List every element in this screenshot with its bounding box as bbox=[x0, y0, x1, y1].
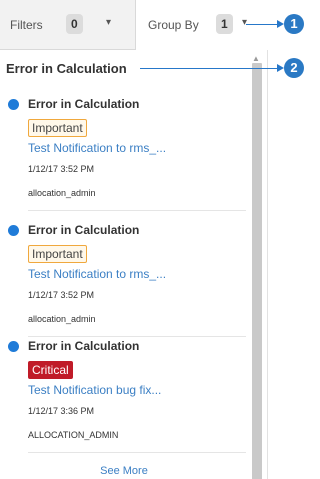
priority-tag: Critical bbox=[28, 361, 73, 379]
callout-line-2 bbox=[140, 68, 278, 69]
item-divider bbox=[28, 452, 246, 453]
notification-timestamp: 1/12/17 3:52 PM bbox=[28, 164, 95, 174]
scroll-up-arrow-icon[interactable]: ▲ bbox=[252, 54, 260, 63]
notification-title: Error in Calculation bbox=[28, 97, 140, 111]
callout-badge-2: 2 bbox=[284, 58, 304, 78]
group-header: Error in Calculation bbox=[6, 61, 127, 76]
see-more-link[interactable]: See More bbox=[0, 465, 248, 477]
filters-button[interactable]: Filters 0 ▾ bbox=[0, 0, 135, 50]
callout-arrow-2 bbox=[277, 64, 284, 72]
notification-item[interactable]: Error in Calculation Important Test Noti… bbox=[0, 92, 248, 216]
callout-line-1 bbox=[246, 24, 280, 25]
notification-timestamp: 1/12/17 3:36 PM bbox=[28, 406, 95, 416]
panel-header: Filters 0 ▾ Group By 1 ▾ bbox=[0, 0, 268, 50]
notification-user: allocation_admin bbox=[28, 314, 96, 324]
unread-dot-icon bbox=[8, 225, 19, 236]
notification-title: Error in Calculation bbox=[28, 339, 140, 353]
notification-link[interactable]: Test Notification to rms_... bbox=[28, 267, 166, 281]
callout-badge-1: 1 bbox=[284, 14, 304, 34]
priority-tag: Important bbox=[28, 119, 87, 137]
notification-link[interactable]: Test Notification bug fix... bbox=[28, 383, 161, 397]
unread-dot-icon bbox=[8, 99, 19, 110]
group-by-chevron-down-icon: ▾ bbox=[242, 17, 248, 28]
unread-dot-icon bbox=[8, 341, 19, 352]
notification-timestamp: 1/12/17 3:52 PM bbox=[28, 290, 95, 300]
item-divider bbox=[28, 210, 246, 211]
group-by-label: Group By bbox=[148, 18, 199, 32]
notifications-panel: Filters 0 ▾ Group By 1 ▾ Error in Calcul… bbox=[0, 0, 268, 479]
notification-item[interactable]: Error in Calculation Critical Test Notif… bbox=[0, 334, 248, 458]
filters-label: Filters bbox=[10, 18, 43, 32]
filters-count-badge: 0 bbox=[66, 14, 83, 34]
group-by-count-badge: 1 bbox=[216, 14, 233, 34]
scroll-thumb[interactable] bbox=[252, 63, 262, 479]
notification-title: Error in Calculation bbox=[28, 223, 140, 237]
notification-item[interactable]: Error in Calculation Important Test Noti… bbox=[0, 218, 248, 342]
priority-tag: Important bbox=[28, 245, 87, 263]
callout-arrow-1 bbox=[277, 20, 284, 28]
notification-link[interactable]: Test Notification to rms_... bbox=[28, 141, 166, 155]
notification-user: ALLOCATION_ADMIN bbox=[28, 430, 119, 440]
filters-chevron-down-icon: ▾ bbox=[106, 17, 112, 28]
vertical-scrollbar[interactable]: ▲ bbox=[250, 51, 264, 479]
notification-user: allocation_admin bbox=[28, 188, 96, 198]
group-by-button[interactable]: Group By 1 ▾ bbox=[135, 0, 268, 50]
